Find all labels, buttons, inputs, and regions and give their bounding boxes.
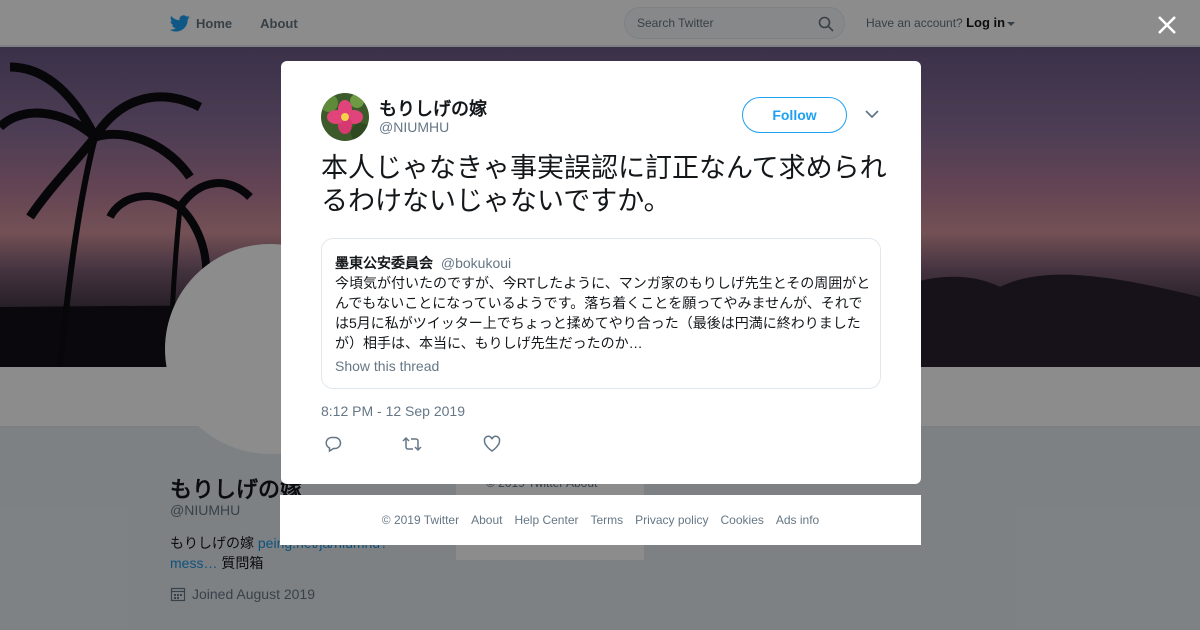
footer-privacy-link[interactable]: Privacy policy [635, 513, 708, 527]
tweet-text: 本人じゃなきゃ事実誤認に訂正なんて求められるわけないじゃないですか。 [321, 153, 887, 216]
retweet-icon[interactable] [402, 435, 422, 453]
quote-author-handle: @bokukoui [440, 255, 512, 271]
tweet-timestamp[interactable]: 8:12 PM - 12 Sep 2019 [321, 403, 465, 419]
like-heart-icon[interactable] [483, 435, 501, 453]
quote-author-name: 墨東公安委員会 [335, 255, 433, 271]
quoted-tweet[interactable]: 墨東公安委員会 @bokukoui 今頃気が付いたのですが、今RTしたように、マ… [321, 238, 881, 389]
close-icon[interactable] [1156, 14, 1178, 36]
quote-header: 墨東公安委員会 @bokukoui [335, 253, 511, 273]
author-name[interactable]: もりしげの嫁 [379, 95, 487, 121]
author-handle[interactable]: @NIUMHU [379, 119, 449, 135]
show-thread-link[interactable]: Show this thread [335, 358, 439, 374]
author-avatar[interactable] [321, 93, 369, 141]
footer-ads-link[interactable]: Ads info [776, 513, 819, 527]
reply-icon[interactable] [324, 435, 342, 453]
footer-about-link[interactable]: About [471, 513, 502, 527]
tweet-modal: もりしげの嫁 @NIUMHU Follow 本人じゃなきゃ事実誤認に訂正なんて求… [281, 61, 921, 484]
footer-help-link[interactable]: Help Center [514, 513, 578, 527]
follow-button[interactable]: Follow [742, 97, 847, 133]
modal-footer: © 2019 Twitter About Help Center Terms P… [280, 495, 921, 545]
footer-cookies-link[interactable]: Cookies [721, 513, 764, 527]
quote-text: 今頃気が付いたのですが、今RTしたように、マンガ家のもりしげ先生とその周囲がとん… [335, 275, 871, 351]
flower-avatar-icon [321, 93, 369, 141]
chevron-down-icon[interactable] [865, 109, 879, 119]
footer-terms-link[interactable]: Terms [590, 513, 623, 527]
footer-copyright: © 2019 Twitter [381, 513, 460, 527]
